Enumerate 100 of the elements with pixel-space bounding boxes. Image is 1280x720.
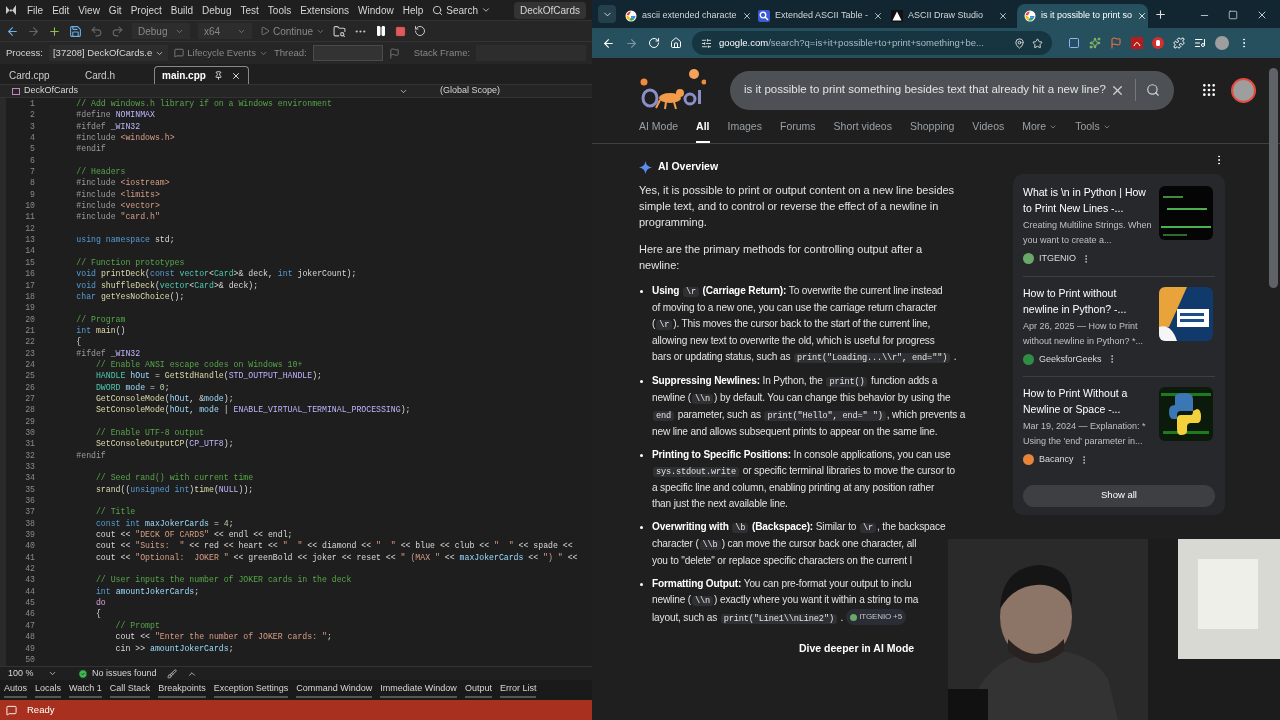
maximize-icon[interactable] — [1228, 10, 1238, 20]
lifecycle-events-button[interactable]: Lifecycle Events — [174, 45, 268, 61]
profile-avatar[interactable] — [1215, 36, 1229, 50]
forward-icon[interactable] — [625, 36, 638, 50]
save-icon[interactable] — [69, 24, 82, 38]
menu-item[interactable]: Git — [108, 2, 122, 18]
search-nav-tab[interactable]: Tools — [1075, 119, 1111, 143]
tool-window-tab[interactable]: Immediate Window — [380, 681, 457, 699]
zoom-dropdown[interactable]: 100 % — [8, 666, 58, 681]
stop-icon[interactable] — [395, 25, 407, 37]
tool-window-tab[interactable]: Watch 1 — [69, 681, 102, 699]
location-icon[interactable] — [1014, 37, 1025, 49]
platform-dropdown[interactable]: x64 — [198, 23, 252, 39]
new-tab-icon[interactable] — [1154, 8, 1167, 21]
scrollbar[interactable] — [1269, 68, 1278, 288]
menu-item[interactable]: Test — [240, 2, 259, 18]
account-avatar[interactable] — [1231, 77, 1256, 103]
browser-tab[interactable]: Extended ASCII Table - — [751, 4, 882, 28]
restart-icon[interactable] — [414, 25, 427, 37]
result-title[interactable]: How to Print Without a Newline or Space -... — [1023, 385, 1153, 417]
home-icon[interactable] — [670, 37, 682, 49]
tool-window-tab[interactable]: Autos — [4, 681, 27, 699]
menu-item[interactable]: File — [27, 2, 44, 18]
new-item-icon[interactable] — [48, 24, 61, 38]
source-name[interactable]: GeeksforGeeks — [1039, 352, 1102, 366]
tab-search-button[interactable] — [598, 5, 616, 23]
line-number: 36 — [25, 495, 35, 507]
process-dropdown[interactable]: [37208] DeckOfCards.e — [48, 45, 169, 61]
folder-search-icon[interactable] — [333, 24, 347, 38]
tool-window-tab[interactable]: Exception Settings — [213, 681, 289, 699]
menu-item[interactable]: Build — [170, 2, 193, 18]
menu-item[interactable]: Extensions — [300, 2, 350, 18]
menu-item[interactable]: Tools — [267, 2, 292, 18]
result-title[interactable]: How to Print without newline in Python? -... — [1023, 284, 1153, 317]
close-tab-icon[interactable] — [998, 11, 1008, 21]
menu-item[interactable]: Edit — [52, 2, 70, 18]
tool-window-tab[interactable]: Call Stack — [109, 681, 151, 699]
dive-deeper-button[interactable]: Dive deeper in AI Mode — [799, 640, 915, 657]
issues-status[interactable]: No issues found — [78, 666, 157, 681]
menu-item[interactable]: Help — [402, 2, 424, 18]
menu-item[interactable]: View — [78, 2, 100, 18]
search-nav-tab[interactable]: More — [1022, 119, 1058, 143]
document-tab[interactable]: Card.cpp — [2, 66, 76, 84]
undo-icon[interactable] — [90, 24, 103, 38]
search-button[interactable]: Search — [432, 2, 491, 18]
browser-tab[interactable]: ASCII Draw Studio — [884, 4, 1015, 28]
search-nav-tab[interactable]: Videos — [972, 119, 1005, 143]
search-nav-tab[interactable]: Forums — [779, 119, 816, 143]
pause-icon[interactable] — [375, 25, 388, 37]
doodle-logo[interactable] — [638, 68, 706, 112]
search-icon[interactable] — [1146, 83, 1160, 97]
search-nav-tab[interactable]: Shopping — [909, 119, 955, 143]
close-tab-icon[interactable] — [1137, 11, 1148, 21]
extension-icon[interactable] — [1110, 37, 1122, 49]
tool-window-tab[interactable]: Locals — [35, 681, 62, 699]
search-nav-tab[interactable]: All — [696, 119, 710, 143]
source-name[interactable]: Bacancy — [1039, 453, 1074, 467]
code-line: char getYesNoChoice(); — [75, 290, 185, 303]
continue-button[interactable]: Continue — [260, 23, 326, 39]
search-nav-tab[interactable]: AI Mode — [639, 119, 679, 143]
extension-icon[interactable] — [1068, 37, 1080, 49]
scope-dropdown[interactable]: (Global Scope) — [420, 84, 592, 98]
site-settings-icon[interactable] — [701, 37, 712, 49]
close-tab-icon[interactable] — [741, 11, 752, 21]
flag-icon[interactable] — [388, 47, 400, 59]
redo-icon[interactable] — [111, 24, 124, 38]
brush-icon[interactable] — [166, 668, 177, 679]
browser-tab[interactable]: ascii extended characte — [618, 4, 749, 28]
menu-item[interactable]: Project — [130, 2, 162, 18]
back-icon[interactable] — [6, 24, 19, 38]
tool-window-tab[interactable]: Error List — [499, 681, 537, 699]
extensions-icon[interactable] — [1173, 37, 1185, 49]
bookmark-star-icon[interactable] — [1032, 37, 1043, 49]
show-all-button[interactable]: Show all — [1023, 484, 1215, 507]
apps-icon[interactable] — [1201, 82, 1217, 98]
media-icon[interactable] — [1194, 37, 1206, 49]
notification-icon[interactable] — [6, 704, 17, 716]
configuration-dropdown[interactable]: Debug — [132, 23, 190, 39]
close-icon[interactable] — [1256, 9, 1268, 21]
project-dropdown[interactable]: DeckOfCards — [0, 84, 420, 98]
document-tab[interactable]: main.cpp — [154, 66, 249, 84]
search-nav-tab[interactable]: Short videos — [833, 119, 892, 143]
result-title[interactable]: What is \n in Python | How to Print New Lines -... — [1023, 184, 1153, 216]
forward-icon[interactable] — [27, 24, 40, 38]
close-tab-icon[interactable] — [872, 11, 883, 21]
back-icon[interactable] — [602, 36, 615, 50]
document-tab[interactable]: Card.h — [78, 66, 152, 84]
source-name[interactable]: ITGENIO — [1039, 252, 1076, 266]
tool-window-tab[interactable]: Command Window — [296, 681, 373, 699]
tool-window-tab[interactable]: Breakpoints — [158, 681, 206, 699]
address-bar[interactable]: google.com/search?q=is+it+possible+to+print+something+be... — [692, 31, 1052, 55]
tool-window-tab[interactable]: Output — [464, 681, 492, 699]
menu-item[interactable]: Window — [358, 2, 394, 18]
extension-icon[interactable] — [1089, 37, 1101, 49]
reload-icon[interactable] — [648, 37, 660, 49]
pdf-extension-icon[interactable] — [1131, 37, 1143, 49]
browser-tab[interactable]: is it possible to print so — [1017, 4, 1148, 28]
search-nav-tab[interactable]: Images — [727, 119, 762, 143]
menu-item[interactable]: Debug — [202, 2, 232, 18]
search-field[interactable]: is it possible to print something besides text that already hit a new line? — [730, 70, 1174, 110]
